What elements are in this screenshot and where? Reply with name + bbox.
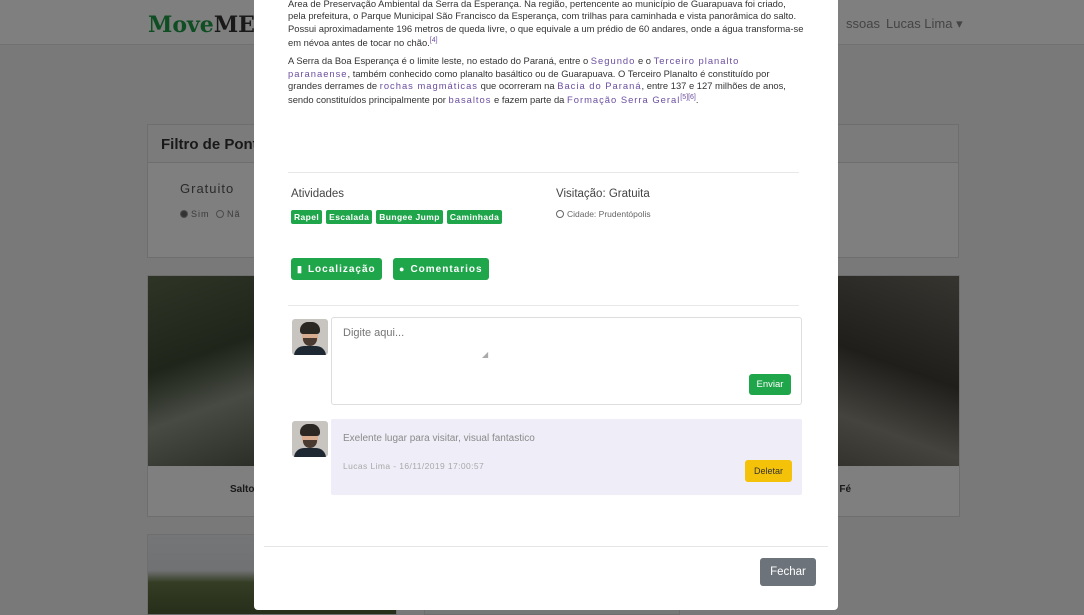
comment-text: Exelente lugar para visitar, visual fant… (343, 433, 535, 444)
place-description: Área de Preservação Ambiental da Serra d… (288, 0, 804, 107)
pin-icon (556, 210, 564, 218)
map-icon: ▮ (297, 263, 303, 274)
visit-price: Visitação: Gratuita (556, 188, 650, 200)
comment-input[interactable] (343, 327, 488, 359)
wiki-link[interactable]: rochas magmáticas (380, 80, 478, 91)
wiki-link[interactable]: Bacia do Paraná (557, 80, 641, 91)
place-details-modal: Área de Preservação Ambiental da Serra d… (254, 0, 838, 610)
ref-link[interactable]: [4] (430, 37, 438, 44)
activity-tag: Rapel (291, 210, 323, 224)
activity-tags: Rapel Escalada Bungee Jump Caminhada (291, 210, 503, 224)
ref-link[interactable]: [5][6] (680, 94, 696, 101)
divider (288, 305, 799, 306)
comment-item: Exelente lugar para visitar, visual fant… (331, 419, 802, 495)
avatar (292, 319, 328, 355)
comment-icon: ● (399, 264, 406, 274)
send-button[interactable]: Enviar (749, 374, 791, 395)
location-button[interactable]: ▮ Localização (291, 258, 382, 280)
comments-button[interactable]: ● Comentarios (393, 258, 489, 280)
modal-body: Área de Preservação Ambiental da Serra d… (288, 0, 804, 113)
comment-form: ◢ Enviar (331, 317, 802, 405)
comment-meta: Lucas Lima - 16/11/2019 17:00:57 (343, 461, 485, 471)
city-info: Cidade: Prudentópolis (556, 209, 651, 219)
resize-handle-icon[interactable]: ◢ (482, 350, 488, 359)
wiki-link[interactable]: basaltos (449, 94, 492, 105)
activities-title: Atividades (291, 188, 345, 200)
divider (288, 172, 799, 173)
close-button[interactable]: Fechar (760, 558, 816, 586)
wiki-link[interactable]: Formação Serra Geral (567, 94, 680, 105)
description-paragraph: A Serra da Boa Esperança é o limite lest… (288, 55, 786, 106)
description-paragraph: Área de Preservação Ambiental da Serra d… (288, 0, 804, 49)
modal-footer-divider (264, 546, 828, 547)
wiki-link[interactable]: Segundo (591, 55, 636, 66)
activity-tag: Escalada (326, 210, 373, 224)
avatar (292, 421, 328, 457)
activity-tag: Bungee Jump (376, 210, 443, 224)
delete-comment-button[interactable]: Deletar (745, 460, 792, 482)
activity-tag: Caminhada (446, 210, 503, 224)
